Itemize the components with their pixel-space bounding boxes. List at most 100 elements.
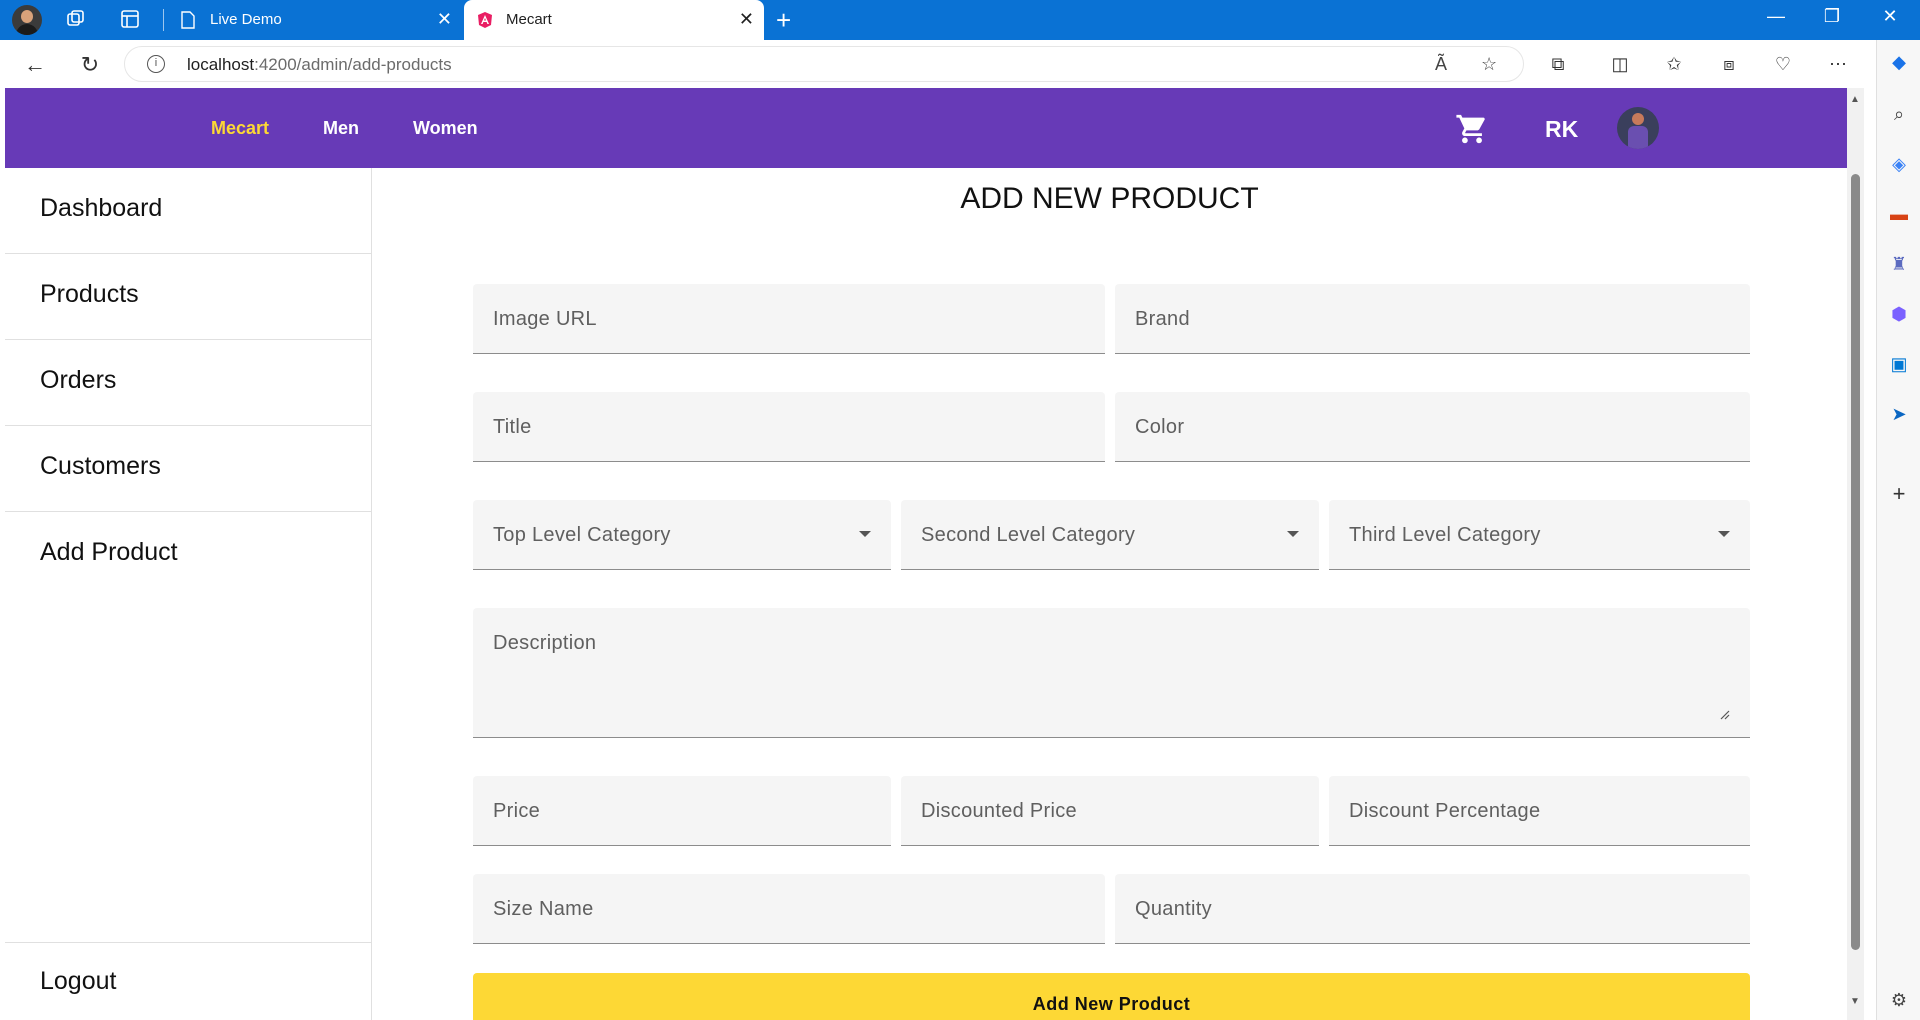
scroll-down-icon[interactable]: ▼ — [1850, 996, 1860, 1007]
page-scrollbar[interactable]: ▲ ▼ — [1847, 88, 1864, 1020]
user-initials[interactable]: RK — [1545, 116, 1578, 143]
tools-icon[interactable]: ▬ — [1887, 202, 1911, 226]
resize-handle-icon[interactable] — [1720, 707, 1730, 720]
button-label: Add New Product — [1032, 994, 1191, 1014]
image-url-field[interactable]: Image URL — [473, 284, 1105, 354]
shopping-tag-icon[interactable]: ◈ — [1887, 152, 1911, 176]
sidebar-item-add-product[interactable]: Add Product — [5, 512, 372, 598]
read-aloud-icon[interactable]: A͂ — [1435, 54, 1447, 75]
angular-icon — [476, 11, 492, 29]
nav-link-men[interactable]: Men — [323, 118, 359, 139]
chevron-down-icon — [859, 531, 871, 537]
sidebar-item-dashboard[interactable]: Dashboard — [5, 168, 372, 254]
sidebar-item-products[interactable]: Products — [5, 254, 372, 340]
favorite-star-icon[interactable]: ☆ — [1481, 54, 1497, 75]
search-icon[interactable]: ⌕ — [1887, 102, 1911, 126]
add-new-product-button[interactable]: Add New Product — [473, 973, 1750, 1020]
user-avatar[interactable] — [1617, 107, 1659, 149]
chevron-down-icon — [1718, 531, 1730, 537]
edge-sidebar: ◆ ⌕ ◈ ▬ ♜ ⬢ ▣ ➤ + ⚙ — [1876, 40, 1920, 1020]
restore-button[interactable]: ❐ — [1812, 6, 1852, 27]
description-textarea[interactable]: Description — [473, 608, 1750, 738]
sidebar-item-label: Logout — [40, 967, 117, 995]
collections-icon[interactable]: ⧈ — [1717, 54, 1741, 75]
add-sidebar-app-icon[interactable]: + — [1887, 482, 1911, 506]
top-navbar: Mecart Men Women RK — [5, 88, 1847, 168]
sidebar-item-label: Add Product — [40, 538, 178, 566]
scroll-up-icon[interactable]: ▲ — [1850, 94, 1860, 105]
cart-icon[interactable] — [1455, 112, 1489, 146]
url-text: localhost:4200/admin/add-products — [187, 55, 452, 75]
copilot-icon[interactable]: ◆ — [1887, 50, 1911, 74]
field-label: Color — [1135, 416, 1185, 438]
microsoft365-icon[interactable]: ⬢ — [1887, 302, 1911, 326]
discount-percentage-field[interactable]: Discount Percentage — [1329, 776, 1750, 846]
brand-link[interactable]: Mecart — [211, 118, 269, 139]
profile-avatar[interactable] — [12, 5, 42, 35]
discounted-price-field[interactable]: Discounted Price — [901, 776, 1319, 846]
field-label: Price — [493, 800, 541, 822]
field-label: Top Level Category — [493, 524, 671, 546]
nav-link-women[interactable]: Women — [413, 118, 478, 139]
browser-tab-bar: Live Demo ✕ Mecart ✕ + — ❐ ✕ — [0, 0, 1920, 40]
field-label: Image URL — [493, 308, 597, 330]
sidebar-item-label: Products — [40, 280, 139, 308]
address-bar-row: ← ↻ i localhost:4200/admin/add-products … — [0, 40, 1920, 88]
tab-title: Mecart — [506, 11, 552, 28]
second-level-category-select[interactable]: Second Level Category — [901, 500, 1319, 570]
minimize-button[interactable]: — — [1756, 6, 1796, 27]
close-window-button[interactable]: ✕ — [1870, 6, 1910, 27]
brand-field[interactable]: Brand — [1115, 284, 1750, 354]
sidebar-item-logout[interactable]: Logout — [5, 942, 372, 1020]
games-icon[interactable]: ♜ — [1887, 252, 1911, 276]
page-viewport: Mecart Men Women RK Dashboard Products O… — [5, 88, 1847, 1020]
color-field[interactable]: Color — [1115, 392, 1750, 462]
url-input[interactable]: i localhost:4200/admin/add-products A͂ ☆ — [124, 46, 1524, 82]
sidebar-item-label: Customers — [40, 452, 161, 480]
field-label: Title — [493, 416, 532, 438]
sidebar-item-orders[interactable]: Orders — [5, 340, 372, 426]
more-options-icon[interactable]: ⋯ — [1826, 54, 1850, 75]
top-level-category-select[interactable]: Top Level Category — [473, 500, 891, 570]
field-label: Size Name — [493, 898, 594, 920]
workspaces-icon[interactable] — [64, 8, 88, 32]
new-tab-button[interactable]: + — [776, 6, 791, 34]
site-info-icon[interactable]: i — [147, 55, 165, 73]
extensions-icon[interactable]: ⧉ — [1546, 54, 1570, 75]
refresh-button[interactable]: ↻ — [75, 50, 105, 80]
field-label: Second Level Category — [921, 524, 1136, 546]
close-icon[interactable]: ✕ — [437, 9, 452, 29]
send-icon[interactable]: ➤ — [1887, 402, 1911, 426]
size-name-field[interactable]: Size Name — [473, 874, 1105, 944]
sidebar-item-customers[interactable]: Customers — [5, 426, 372, 512]
split-screen-icon[interactable]: ◫ — [1608, 54, 1632, 75]
sidebar-item-label: Orders — [40, 366, 117, 394]
favorites-icon[interactable]: ✩ — [1662, 54, 1686, 75]
chevron-down-icon — [1287, 531, 1299, 537]
close-icon[interactable]: ✕ — [739, 9, 754, 29]
field-label: Brand — [1135, 308, 1190, 330]
field-label: Third Level Category — [1349, 524, 1541, 546]
tab-actions-icon[interactable] — [118, 8, 142, 32]
third-level-category-select[interactable]: Third Level Category — [1329, 500, 1750, 570]
quantity-field[interactable]: Quantity — [1115, 874, 1750, 944]
page-icon — [180, 11, 196, 29]
field-label: Quantity — [1135, 898, 1212, 920]
field-label: Description — [493, 632, 597, 654]
title-field[interactable]: Title — [473, 392, 1105, 462]
tab-mecart[interactable]: Mecart ✕ — [464, 0, 764, 40]
back-button[interactable]: ← — [20, 50, 50, 80]
outlook-icon[interactable]: ▣ — [1887, 352, 1911, 376]
page-title: ADD NEW PRODUCT — [960, 182, 1259, 215]
settings-icon[interactable]: ⚙ — [1887, 988, 1911, 1012]
browser-essentials-icon[interactable]: ♡ — [1771, 54, 1795, 75]
field-label: Discounted Price — [921, 800, 1077, 822]
admin-sidebar: Dashboard Products Orders Customers Add … — [5, 168, 372, 1020]
tab-live-demo[interactable]: Live Demo ✕ — [168, 0, 462, 40]
tab-title: Live Demo — [210, 11, 282, 28]
scroll-thumb[interactable] — [1851, 174, 1860, 950]
field-label: Discount Percentage — [1349, 800, 1541, 822]
sidebar-item-label: Dashboard — [40, 194, 163, 222]
tab-separator — [163, 9, 164, 31]
price-field[interactable]: Price — [473, 776, 891, 846]
